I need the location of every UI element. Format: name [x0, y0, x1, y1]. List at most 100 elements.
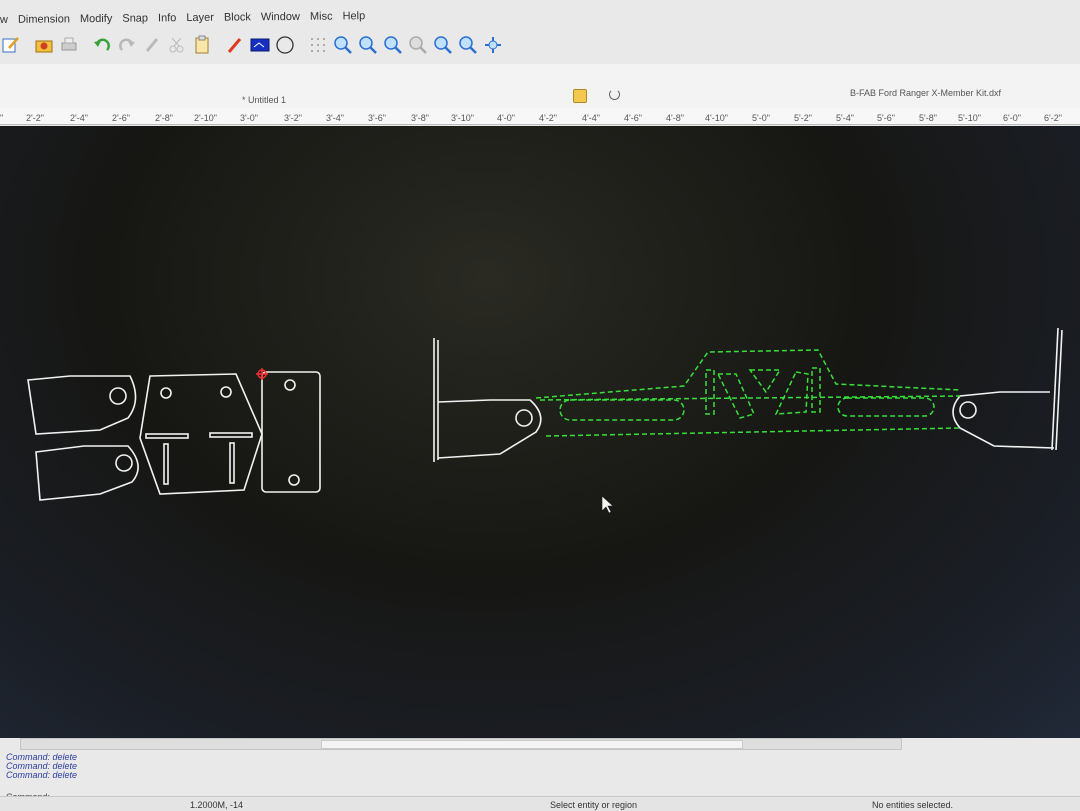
gusset-plate-top[interactable]	[27, 375, 137, 435]
ruler-tick: "	[0, 113, 4, 123]
close-tab-icon[interactable]	[573, 89, 587, 103]
tab-untitled[interactable]: * Untitled 1	[242, 95, 286, 105]
tab-file[interactable]: B-FAB Ford Ranger X-Member Kit.dxf	[850, 88, 1001, 98]
tube-cutout[interactable]	[748, 369, 782, 394]
ruler-tick: 5'-6"	[877, 113, 895, 123]
zoom-previous-icon[interactable]	[432, 34, 454, 56]
menu-item-dimension[interactable]: Dimension	[18, 13, 70, 26]
mouse-cursor-icon	[601, 495, 614, 514]
drawing-canvas[interactable]	[0, 126, 1080, 738]
right-end-plate[interactable]	[952, 327, 1063, 451]
ruler-tick: 4'-8"	[666, 113, 684, 123]
menu-bar: w Dimension Modify Snap Info Layer Block…	[0, 0, 1080, 30]
cut-icon[interactable]	[166, 34, 188, 56]
ruler-tick: 3'-6"	[368, 113, 386, 123]
menu-item-help[interactable]: Help	[342, 10, 365, 22]
ruler-tick: 5'-4"	[836, 113, 854, 123]
redo-icon[interactable]	[116, 34, 138, 56]
tube-slot[interactable]	[811, 367, 821, 413]
gusset-plate-bottom[interactable]	[35, 445, 139, 501]
ruler-tick: 6'-2"	[1044, 113, 1062, 123]
ruler-tick: 5'-2"	[794, 113, 812, 123]
grid-icon[interactable]	[307, 34, 329, 56]
mount-hole[interactable]	[284, 379, 296, 391]
menu-item-info[interactable]: Info	[158, 12, 176, 24]
zoom-auto-icon[interactable]	[382, 34, 404, 56]
tube-cutout[interactable]	[774, 371, 809, 415]
ruler-tick: 5'-0"	[752, 113, 770, 123]
snap-marker-icon	[256, 368, 268, 380]
scrollbar-thumb[interactable]	[321, 740, 743, 749]
ruler-tick: 4'-0"	[497, 113, 515, 123]
crossmember-tube[interactable]	[535, 349, 961, 437]
toolbar	[0, 30, 1080, 60]
menu-item-view[interactable]: w	[0, 14, 8, 26]
loading-icon	[609, 89, 620, 100]
pan-icon[interactable]	[482, 34, 504, 56]
ruler-tick: 2'-8"	[155, 113, 173, 123]
menu-item-layer[interactable]: Layer	[186, 12, 214, 24]
mount-hole[interactable]	[220, 386, 232, 398]
mount-hole[interactable]	[160, 387, 172, 399]
edit-icon[interactable]	[0, 34, 22, 56]
undo-icon[interactable]	[91, 34, 113, 56]
ruler-tick: 2'-6"	[112, 113, 130, 123]
end-plate-hole[interactable]	[959, 401, 977, 419]
settings-icon[interactable]	[33, 34, 55, 56]
ruler-tick: 2'-2"	[26, 113, 44, 123]
menu-item-modify[interactable]: Modify	[80, 13, 113, 25]
bracket-slot[interactable]	[145, 433, 189, 439]
end-plate-hole[interactable]	[515, 409, 533, 427]
command-history: Command: delete Command: delete Command:…	[6, 753, 77, 780]
menu-item-window[interactable]: Window	[261, 11, 300, 23]
status-selection: No entities selected.	[872, 800, 954, 810]
ruler-tick: 4'-10"	[705, 113, 728, 123]
menu-item-snap[interactable]: Snap	[122, 12, 148, 24]
status-hint: Select entity or region	[550, 800, 638, 810]
bracket-slot[interactable]	[163, 443, 169, 485]
zoom-out-icon[interactable]	[357, 34, 379, 56]
flat-parts-left[interactable]	[27, 371, 321, 501]
zoom-in-icon[interactable]	[332, 34, 354, 56]
menu-item-block[interactable]: Block	[224, 11, 251, 23]
pen-icon[interactable]	[224, 34, 246, 56]
zoom-selection-icon[interactable]	[457, 34, 479, 56]
crossmember-end-plates[interactable]	[433, 327, 1063, 462]
command-history-line: Command: delete	[6, 770, 78, 780]
mount-hole[interactable]	[288, 474, 300, 486]
zoom-window-icon[interactable]	[407, 34, 429, 56]
tube-slot[interactable]	[705, 369, 715, 415]
ruler-tick: 4'-6"	[624, 113, 642, 123]
ruler-tick: 3'-4"	[326, 113, 344, 123]
horizontal-scrollbar[interactable]	[20, 738, 902, 750]
mount-hole[interactable]	[109, 387, 127, 405]
ruler-tick: 6'-0"	[1003, 113, 1021, 123]
ruler-tick: 4'-4"	[582, 113, 600, 123]
status-coordinates: 1.2000M, -14	[190, 800, 244, 810]
mount-hole[interactable]	[115, 454, 133, 472]
print-icon[interactable]	[58, 34, 80, 56]
tube-outline[interactable]	[535, 349, 961, 437]
left-end-plate[interactable]	[433, 338, 542, 462]
ruler-tick: 3'-0"	[240, 113, 258, 123]
ruler-tick: 3'-2"	[284, 113, 302, 123]
paste-icon[interactable]	[191, 34, 213, 56]
ruler-tick: 3'-8"	[411, 113, 429, 123]
ruler-tick: 3'-10"	[451, 113, 474, 123]
tube-cutout[interactable]	[716, 373, 756, 419]
ruler-tick: 2'-10"	[194, 113, 217, 123]
circle-icon[interactable]	[274, 34, 296, 56]
ruler-tick: 5'-8"	[919, 113, 937, 123]
tube-slot[interactable]	[559, 399, 685, 421]
status-bar: 1.2000M, -14 Select entity or region No …	[0, 796, 1080, 811]
menu-item-misc[interactable]: Misc	[310, 11, 333, 23]
ruler-tick: 2'-4"	[70, 113, 88, 123]
pencil-icon[interactable]	[141, 34, 163, 56]
tube-slot[interactable]	[837, 397, 935, 417]
horizontal-ruler: " 2'-2" 2'-4" 2'-6" 2'-8" 2'-10" 3'-0" 3…	[0, 108, 1080, 125]
bracket-slot[interactable]	[209, 432, 253, 438]
layer-color-icon[interactable]	[249, 34, 271, 56]
bracket-slot[interactable]	[229, 442, 235, 484]
ruler-tick: 5'-10"	[958, 113, 981, 123]
ruler-tick: 4'-2"	[539, 113, 557, 123]
